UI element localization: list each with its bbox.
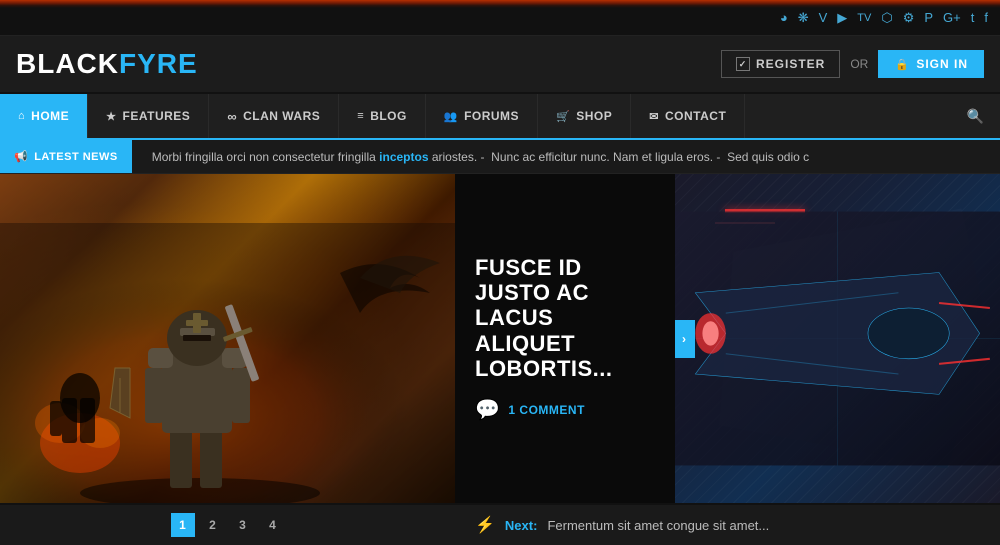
page-3-button[interactable]: 3 — [231, 513, 255, 537]
next-slide-chevron[interactable]: › — [675, 320, 695, 358]
next-label: Next: — [505, 518, 538, 533]
article-panel: FUSCE ID JUSTO AC LACUS ALIQUET LOBORTIS… — [455, 174, 675, 503]
news-ticker: 📢 LATEST NEWS Morbi fringilla orci non c… — [0, 140, 1000, 174]
forums-icon: 👥 — [444, 110, 458, 123]
home-icon: ⌂ — [18, 110, 25, 122]
star-icon: ★ — [106, 110, 116, 123]
ticker-label: 📢 LATEST NEWS — [0, 140, 132, 173]
main-content: FUSCE ID JUSTO AC LACUS ALIQUET LOBORTIS… — [0, 174, 1000, 503]
next-text: Fermentum sit amet congue sit amet... — [547, 518, 769, 533]
main-nav: ⌂ HOME ★ FEATURES ∞ CLAN WARS ≡ BLOG 👥 F… — [0, 94, 1000, 140]
page-2-button[interactable]: 2 — [201, 513, 225, 537]
signin-button[interactable]: 🔒 SIGN IN — [878, 50, 984, 78]
lock-icon: 🔒 — [894, 56, 910, 72]
vine-icon[interactable]: V — [819, 10, 828, 25]
fire-decoration — [0, 0, 1000, 8]
right-panel: › — [675, 174, 1000, 503]
nav-item-features[interactable]: ★ FEATURES — [88, 94, 209, 138]
comment-bubble-icon: 💬 — [475, 397, 500, 422]
site-logo: BLACKFYRE — [16, 48, 198, 80]
nav-item-blog[interactable]: ≡ BLOG — [339, 94, 426, 138]
nav-item-clan-wars[interactable]: ∞ CLAN WARS — [209, 94, 339, 138]
page-1-button[interactable]: 1 — [171, 513, 195, 537]
nav-item-shop[interactable]: 🛒 SHOP — [538, 94, 631, 138]
search-icon: 🔍 — [967, 108, 984, 125]
pagination: 1 2 3 4 — [0, 513, 455, 537]
ticker-link[interactable]: inceptos — [379, 150, 428, 164]
nav-item-contact[interactable]: ✉ CONTACT — [631, 94, 745, 138]
featured-image — [0, 174, 455, 503]
header: BLACKFYRE ✓ REGISTER OR 🔒 SIGN IN — [0, 36, 1000, 94]
instagram-icon[interactable]: ⬡ — [881, 10, 892, 26]
google-plus-icon[interactable]: G+ — [943, 10, 961, 25]
search-button[interactable]: 🔍 — [951, 94, 1000, 138]
twitter-icon[interactable]: t — [971, 10, 975, 25]
shop-icon: 🛒 — [556, 110, 570, 123]
clan-icon: ∞ — [227, 109, 237, 124]
nav-item-forums[interactable]: 👥 FORUMS — [426, 94, 538, 138]
or-divider: OR — [850, 57, 868, 71]
logo-fyre: FYRE — [119, 48, 198, 79]
rss-icon[interactable]: ◕ — [780, 10, 788, 25]
article-title: FUSCE ID JUSTO AC LACUS ALIQUET LOBORTIS… — [475, 255, 655, 381]
bottom-bar: 1 2 3 4 ⚡ Next: Fermentum sit amet congu… — [0, 503, 1000, 545]
register-icon: ✓ — [736, 57, 750, 71]
youtube-icon[interactable]: ▶ — [837, 10, 847, 26]
blog-icon: ≡ — [357, 110, 364, 122]
comment-link[interactable]: 💬 1 COMMENT — [475, 397, 655, 422]
ticker-text: Morbi fringilla orci non consectetur fri… — [132, 150, 1000, 164]
pinterest-icon[interactable]: P — [924, 10, 933, 25]
register-button[interactable]: ✓ REGISTER — [721, 50, 840, 78]
logo-black: BLACK — [16, 48, 119, 79]
next-preview-bar: ⚡ Next: Fermentum sit amet congue sit am… — [455, 515, 1000, 535]
knight-illustration — [0, 174, 455, 503]
steam-icon[interactable]: ⚙ — [903, 10, 915, 26]
page-4-button[interactable]: 4 — [261, 513, 285, 537]
lightning-icon: ⚡ — [475, 515, 495, 535]
header-auth: ✓ REGISTER OR 🔒 SIGN IN — [721, 50, 984, 78]
facebook-icon[interactable]: f — [984, 10, 988, 25]
twitch-icon[interactable]: TV — [857, 12, 871, 24]
nav-item-home[interactable]: ⌂ HOME — [0, 94, 88, 138]
megaphone-icon: 📢 — [14, 150, 28, 163]
scifi-illustration — [675, 174, 1000, 503]
dribbble-icon[interactable]: ❋ — [798, 10, 809, 26]
contact-icon: ✉ — [649, 110, 659, 123]
